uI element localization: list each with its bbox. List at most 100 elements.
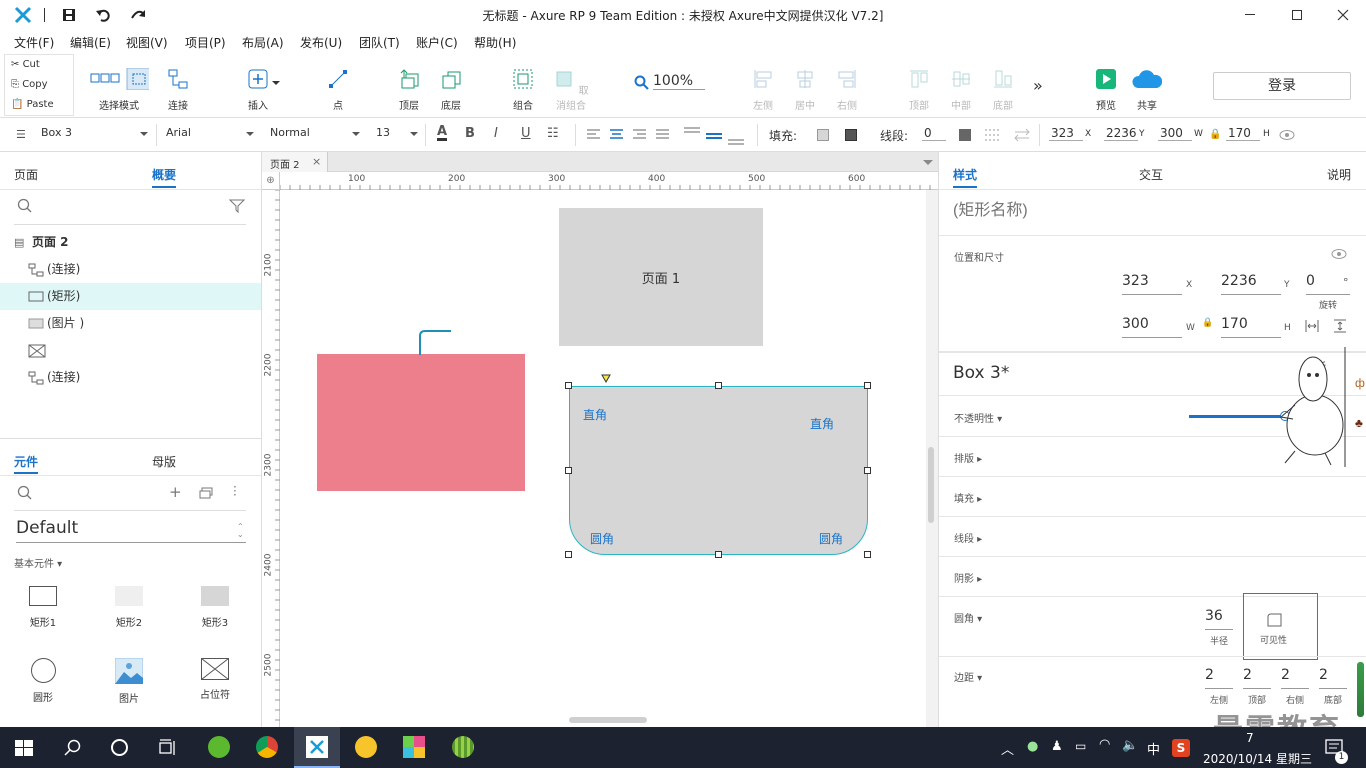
- task-view-icon[interactable]: [159, 739, 177, 757]
- page-1-box[interactable]: 页面 1: [559, 208, 763, 346]
- stroke-section[interactable]: 线段 ▸: [954, 530, 982, 545]
- more-tools-icon[interactable]: »: [1033, 76, 1043, 95]
- search-icon[interactable]: [17, 485, 33, 501]
- stroke-width-input[interactable]: 0: [922, 126, 946, 141]
- widget-placeholder[interactable]: 占位符: [185, 658, 245, 701]
- vertical-align-icons[interactable]: [682, 126, 748, 146]
- pink-rectangle[interactable]: [317, 354, 525, 491]
- menu-file[interactable]: 文件(F): [14, 34, 54, 51]
- align-center-button[interactable]: 居中: [790, 68, 820, 112]
- resize-handle-nw[interactable]: [565, 382, 572, 389]
- search-icon[interactable]: [17, 198, 33, 214]
- padding-section[interactable]: 边距 ▾: [954, 669, 982, 684]
- fill-color-swatch[interactable]: [817, 129, 829, 141]
- axure-taskbar-button[interactable]: [294, 727, 340, 768]
- widget-rectangle-2[interactable]: 矩形2: [99, 586, 159, 629]
- widget-name-select[interactable]: Box 3: [41, 126, 148, 139]
- radius-field[interactable]: 36: [1205, 608, 1233, 630]
- fill-shadow-swatch[interactable]: [845, 129, 857, 141]
- x-input[interactable]: 323: [1049, 126, 1083, 141]
- h-field[interactable]: 170: [1221, 316, 1281, 338]
- connect-button[interactable]: 连接: [163, 68, 193, 112]
- fit-width-icon[interactable]: [1305, 319, 1319, 333]
- lock-icon[interactable]: 🔒: [1209, 129, 1221, 140]
- y-field[interactable]: 2236: [1221, 273, 1281, 295]
- corner-radius-handle-icon[interactable]: [601, 374, 611, 383]
- widget-rectangle-1[interactable]: 矩形1: [13, 586, 73, 629]
- windows-start-icon[interactable]: [15, 740, 33, 756]
- y-input[interactable]: 2236: [1104, 126, 1138, 141]
- padding-right-field[interactable]: 2: [1281, 667, 1309, 689]
- underline-icon[interactable]: U: [521, 126, 531, 141]
- arrow-style-icon[interactable]: [1014, 128, 1030, 142]
- ruler-origin-icon[interactable]: ⊕: [262, 172, 280, 190]
- font-color-icon[interactable]: A: [437, 125, 448, 141]
- close-icon[interactable]: [1337, 9, 1349, 21]
- library-select[interactable]: Default: [16, 518, 246, 543]
- wechat-icon[interactable]: ●: [1027, 739, 1038, 754]
- clock-date[interactable]: 2020/10/14 星期三: [1203, 750, 1312, 767]
- qq-icon[interactable]: ♟: [1051, 739, 1063, 754]
- widget-circle[interactable]: 圆形: [13, 658, 73, 704]
- outline-item-image[interactable]: (图片 ): [0, 310, 261, 337]
- insert-dropdown-icon[interactable]: [272, 81, 280, 89]
- login-button[interactable]: 登录: [1213, 72, 1351, 100]
- outline-item-rectangle[interactable]: (矩形): [0, 283, 261, 310]
- align-left-button[interactable]: 左侧: [748, 68, 778, 112]
- menu-publish[interactable]: 发布(U): [300, 34, 342, 51]
- eye-icon[interactable]: [1331, 248, 1347, 260]
- menu-view[interactable]: 视图(V): [126, 34, 168, 51]
- zoom-select[interactable]: 100%: [653, 73, 705, 90]
- tab-close-icon[interactable]: ×: [312, 155, 321, 168]
- paste-button[interactable]: 📋 Paste: [5, 95, 73, 115]
- outline-page[interactable]: ▤ 页面 2: [0, 229, 261, 256]
- w-field[interactable]: 300: [1122, 316, 1182, 338]
- share-button[interactable]: 共享: [1130, 68, 1164, 112]
- align-middle-button[interactable]: 中部: [946, 68, 976, 112]
- lock-icon[interactable]: 🔒: [1202, 318, 1213, 328]
- app-green-plus-icon[interactable]: [355, 736, 377, 758]
- tray-expand-icon[interactable]: ︿: [1001, 739, 1014, 758]
- minimize-button[interactable]: [1245, 14, 1255, 15]
- padding-top-field[interactable]: 2: [1243, 667, 1271, 689]
- horizontal-scrollbar[interactable]: [569, 717, 647, 723]
- opacity-label[interactable]: 不透明性 ▾: [954, 410, 1002, 425]
- app-flower-icon[interactable]: [403, 736, 425, 758]
- resize-handle-w[interactable]: [565, 467, 572, 474]
- fit-height-icon[interactable]: [1333, 319, 1347, 333]
- point-button[interactable]: 点: [323, 68, 353, 112]
- add-library-icon[interactable]: +: [169, 483, 182, 501]
- x-field[interactable]: 323: [1122, 273, 1182, 295]
- italic-icon[interactable]: I: [494, 126, 498, 141]
- outline-item-placeholder[interactable]: [0, 337, 261, 364]
- align-bottom-button[interactable]: 底部: [988, 68, 1018, 112]
- tab-interactions[interactable]: 交互: [1139, 166, 1163, 183]
- copy-button[interactable]: ⎘ Copy: [5, 75, 73, 95]
- h-input[interactable]: 170: [1226, 126, 1260, 141]
- align-right-button[interactable]: 右侧: [832, 68, 862, 112]
- font-weight-select[interactable]: Normal: [270, 126, 360, 139]
- chrome-icon[interactable]: [256, 736, 278, 758]
- wifi-icon[interactable]: ◠: [1099, 737, 1110, 752]
- corner-visibility-icon[interactable]: [1267, 613, 1283, 627]
- tab-widgets[interactable]: 元件: [14, 453, 38, 470]
- volume-icon[interactable]: 🔈: [1122, 738, 1138, 753]
- select-mode-button[interactable]: 选择模式: [84, 67, 154, 112]
- font-family-select[interactable]: Arial: [166, 126, 254, 139]
- arrange-section[interactable]: 排版 ▸: [954, 450, 982, 465]
- app-360-icon[interactable]: [208, 736, 230, 758]
- resize-handle-n[interactable]: [715, 382, 722, 389]
- filter-icon[interactable]: [229, 198, 245, 214]
- shadow-section[interactable]: 阴影 ▸: [954, 570, 982, 585]
- insert-button[interactable]: 插入: [243, 68, 273, 112]
- maximize-button[interactable]: [1292, 10, 1302, 20]
- ime-indicator[interactable]: 中: [1147, 739, 1160, 758]
- ungroup-button[interactable]: 取消组合: [549, 68, 593, 112]
- canvas-tab[interactable]: 页面 2 ×: [262, 152, 328, 172]
- resize-handle-sw[interactable]: [565, 551, 572, 558]
- bullet-list-icon[interactable]: ☷: [547, 126, 559, 141]
- resize-handle-e[interactable]: [864, 467, 871, 474]
- menu-arrange[interactable]: 布局(A): [242, 34, 284, 51]
- more-options-icon[interactable]: · · ·: [233, 481, 237, 501]
- menu-project[interactable]: 项目(P): [185, 34, 226, 51]
